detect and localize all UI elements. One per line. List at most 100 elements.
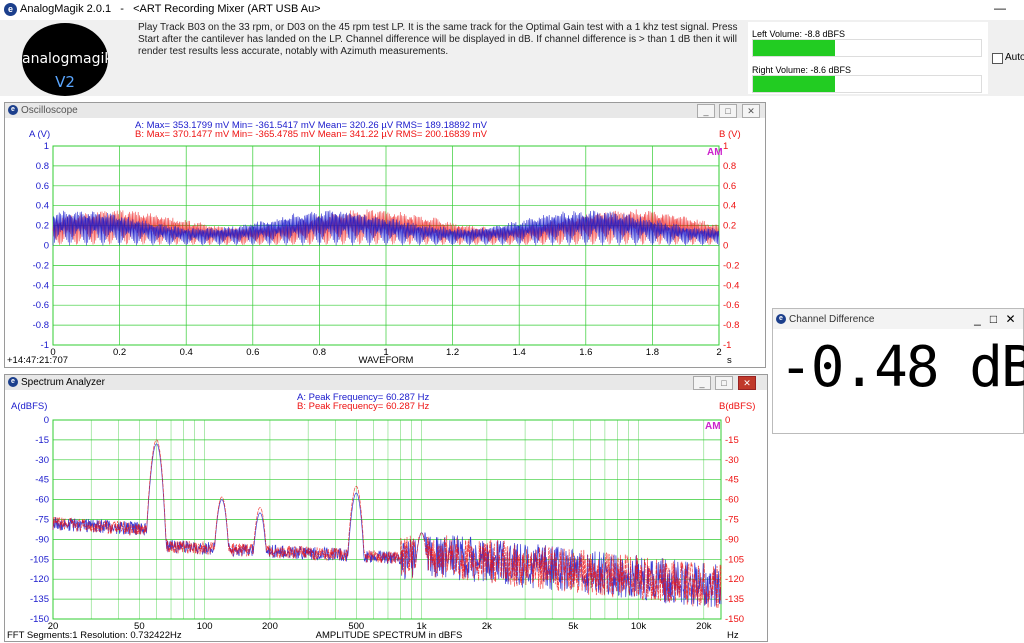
instructions-text: Play Track B03 on the 33 rpm, or D03 on … — [138, 22, 738, 57]
spectrum-y-tick-right: -150 — [725, 614, 744, 625]
spectrum-y-tick-right: 0 — [725, 415, 730, 426]
right-volume-fill — [753, 76, 836, 92]
channel-difference-title: Channel Difference — [789, 314, 875, 325]
oscilloscope-y-tick-left: 0.4 — [36, 201, 49, 212]
spectrum-y-tick-right: -45 — [725, 475, 739, 486]
spectrum-y-tick-left: -30 — [35, 455, 49, 466]
oscilloscope-x-tick: 0.8 — [313, 347, 326, 358]
oscilloscope-y-tick-right: -0.6 — [723, 300, 739, 311]
spectrum-y-tick-left: -120 — [30, 574, 49, 585]
spectrum-x-tick: 2k — [482, 621, 492, 632]
oscilloscope-y-tick-left: -0.8 — [33, 320, 49, 331]
spectrum-title: Spectrum Analyzer — [21, 377, 105, 388]
spectrum-y-tick-right: -120 — [725, 574, 744, 585]
channel-difference-maximize-button[interactable]: □ — [987, 313, 1000, 326]
app-title: AnalogMagik 2.0.1 - <ART Recording Mixer… — [20, 3, 321, 15]
oscilloscope-y-tick-right: 0.6 — [723, 181, 736, 192]
oscilloscope-y-tick-left: 1 — [44, 141, 49, 152]
oscilloscope-stats-b: B: Max= 370.1477 mV Min= -365.4785 mV Me… — [135, 129, 488, 140]
spectrum-minimize-button[interactable]: _ — [693, 376, 711, 390]
oscilloscope-y-tick-left: 0.2 — [36, 221, 49, 232]
oscilloscope-x-label: WAVEFORM — [359, 355, 414, 366]
right-volume-meter — [752, 75, 982, 93]
spectrum-titlebar: e Spectrum Analyzer _ □ ✕ — [5, 375, 767, 390]
oscilloscope-y-tick-left: 0.6 — [36, 181, 49, 192]
oscilloscope-x-tick: 1.6 — [579, 347, 592, 358]
oscilloscope-minimize-button[interactable]: _ — [697, 104, 715, 118]
oscilloscope-y-tick-right: 0.8 — [723, 161, 736, 172]
spectrum-left-axis-label: A(dBFS) — [11, 401, 47, 412]
spectrum-x-tick: 100 — [197, 621, 213, 632]
spectrum-window-icon: e — [8, 377, 18, 387]
oscilloscope-x-tick: 0.2 — [113, 347, 126, 358]
spectrum-y-tick-right: -15 — [725, 435, 739, 446]
spectrum-maximize-button[interactable]: □ — [715, 376, 733, 390]
oscilloscope-x-tick: 0.6 — [246, 347, 259, 358]
oscilloscope-x-tick: 1.4 — [513, 347, 526, 358]
oscilloscope-y-tick-right: 0.4 — [723, 201, 736, 212]
oscilloscope-x-tick: 1.2 — [446, 347, 459, 358]
spectrum-y-tick-left: -15 — [35, 435, 49, 446]
spectrum-y-tick-right: -30 — [725, 455, 739, 466]
channel-difference-window-icon: e — [776, 314, 786, 324]
oscilloscope-y-tick-right: 0.2 — [723, 221, 736, 232]
spectrum-y-tick-right: -60 — [725, 495, 739, 506]
oscilloscope-y-tick-left: -0.2 — [33, 260, 49, 271]
oscilloscope-y-tick-right: -1 — [723, 340, 731, 351]
app-titlebar: e AnalogMagik 2.0.1 - <ART Recording Mix… — [0, 0, 1024, 21]
oscilloscope-right-axis-label: B (V) — [719, 129, 741, 140]
channel-difference-close-button[interactable]: ✕ — [1004, 313, 1017, 326]
auto-checkbox-box[interactable] — [992, 53, 1003, 64]
oscilloscope-y-tick-left: -0.4 — [33, 280, 49, 291]
oscilloscope-titlebar: e Oscilloscope _ □ ✕ — [5, 103, 765, 118]
oscilloscope-am-label: AM — [707, 147, 723, 158]
logo-version: V2 — [55, 73, 75, 91]
spectrum-x-label: AMPLITUDE SPECTRUM in dBFS — [316, 630, 463, 641]
spectrum-y-tick-left: 0 — [44, 415, 49, 426]
auto-checkbox-label: Auto — [1005, 52, 1024, 63]
oscilloscope-plot: A: Max= 353.1799 mV Min= -361.5417 mV Me… — [7, 120, 741, 366]
spectrum-x-tick: 5k — [568, 621, 578, 632]
app-icon: e — [4, 3, 17, 16]
channel-difference-value: -0.48 dB — [779, 335, 1024, 400]
spectrum-y-tick-right: -105 — [725, 554, 744, 565]
oscilloscope-x-tick: 2 — [716, 347, 721, 358]
oscilloscope-x-unit: s — [727, 355, 732, 366]
oscilloscope-y-tick-left: -1 — [41, 340, 49, 351]
left-volume-label: Left Volume: -8.8 dBFS — [752, 29, 846, 39]
spectrum-y-tick-left: -90 — [35, 534, 49, 545]
spectrum-analyzer-window: e Spectrum Analyzer _ □ ✕ A: Peak Freque… — [4, 374, 768, 642]
spectrum-am-label: AM — [705, 421, 721, 432]
channel-difference-minimize-button[interactable]: _ — [971, 313, 984, 326]
volume-panel: Left Volume: -8.8 dBFS Right Volume: -8.… — [748, 22, 988, 94]
channel-difference-window: e Channel Difference _ □ ✕ -0.48 dB — [772, 308, 1024, 434]
left-volume-fill — [753, 40, 836, 56]
spectrum-right-axis-label: B(dBFS) — [719, 401, 755, 412]
spectrum-plot: A: Peak Frequency= 60.287 HzB: Peak Freq… — [7, 392, 755, 641]
analogmagik-logo: analogmagik V2 — [22, 23, 108, 96]
spectrum-footer: FFT Segments:1 Resolution: 0.732422Hz — [7, 630, 182, 641]
left-volume-meter — [752, 39, 982, 57]
spectrum-x-tick: 10k — [631, 621, 647, 632]
oscilloscope-y-tick-right: -0.4 — [723, 280, 739, 291]
oscilloscope-close-button[interactable]: ✕ — [742, 104, 760, 118]
spectrum-peak-b: B: Peak Frequency= 60.287 Hz — [297, 401, 430, 412]
oscilloscope-left-axis-label: A (V) — [29, 129, 50, 140]
oscilloscope-x-tick: 1.8 — [646, 347, 659, 358]
spectrum-y-tick-left: -150 — [30, 614, 49, 625]
oscilloscope-timestamp: +14:47:21:707 — [7, 355, 68, 366]
spectrum-y-tick-right: -75 — [725, 515, 739, 526]
spectrum-x-unit: Hz — [727, 630, 739, 641]
logo-text: analogmagik — [22, 51, 108, 67]
spectrum-y-tick-left: -45 — [35, 475, 49, 486]
oscilloscope-y-tick-right: -0.2 — [723, 260, 739, 271]
oscilloscope-title: Oscilloscope — [21, 105, 78, 116]
minimize-button[interactable]: — — [990, 1, 1010, 17]
oscilloscope-maximize-button[interactable]: □ — [719, 104, 737, 118]
oscilloscope-y-tick-left: -0.6 — [33, 300, 49, 311]
spectrum-y-tick-left: -60 — [35, 495, 49, 506]
oscilloscope-y-tick-right: 0 — [723, 241, 728, 252]
spectrum-x-tick: 20k — [696, 621, 712, 632]
spectrum-y-tick-left: -135 — [30, 594, 49, 605]
spectrum-close-button[interactable]: ✕ — [738, 376, 756, 390]
